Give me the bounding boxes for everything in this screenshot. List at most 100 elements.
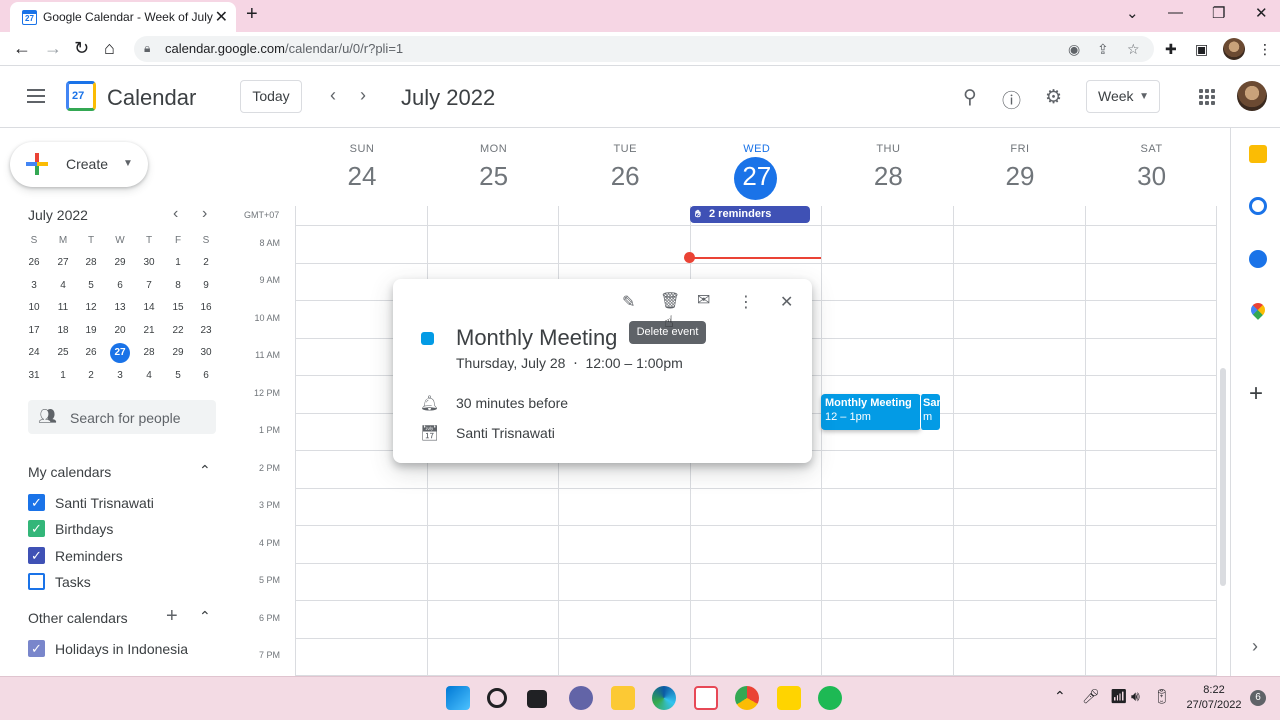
day-number[interactable]: 29	[954, 161, 1086, 192]
mini-day[interactable]: 3	[24, 276, 44, 296]
mini-day[interactable]: 23	[196, 321, 216, 341]
browser-profile-avatar[interactable]	[1223, 38, 1245, 60]
app-title[interactable]: Calendar	[107, 85, 196, 111]
account-avatar[interactable]	[1237, 81, 1267, 111]
wifi-icon[interactable]: 📶︎	[1110, 688, 1128, 705]
browser-tab[interactable]: 27 Google Calendar - Week of July 2 ✕	[10, 2, 236, 32]
day-number[interactable]: 27	[691, 161, 823, 192]
calendar-checkbox[interactable]	[28, 572, 45, 590]
collapse-chevron-up-icon[interactable]: ⌃	[199, 608, 211, 625]
my-calendars-header[interactable]: My calendars	[28, 464, 111, 480]
mini-day[interactable]: 14	[139, 298, 159, 318]
expand-panel-chevron-icon[interactable]: ›	[1252, 636, 1258, 657]
previous-week-icon[interactable]: ‹	[330, 85, 336, 106]
mini-day[interactable]: 6	[110, 276, 130, 296]
mini-day[interactable]: 19	[81, 321, 101, 341]
mini-day[interactable]: 9	[196, 276, 216, 296]
tasks-icon[interactable]	[1249, 197, 1267, 215]
eye-icon[interactable]: ◉	[1068, 41, 1080, 58]
mini-day[interactable]: 17	[24, 321, 44, 341]
mini-day[interactable]: 5	[81, 276, 101, 296]
mini-day[interactable]: 30	[139, 253, 159, 273]
address-bar[interactable]: 🔒︎ calendar.google.com/calendar/u/0/r?pl…	[134, 36, 1154, 62]
mini-day[interactable]: 20	[110, 321, 130, 341]
google-apps-icon[interactable]	[1199, 89, 1215, 105]
close-popup-icon[interactable]: ✕	[780, 292, 793, 312]
mini-day[interactable]: 4	[139, 366, 159, 386]
battery-icon[interactable]: 🔋︎	[1153, 688, 1171, 705]
reload-icon[interactable]: ↻	[74, 38, 89, 59]
mini-day[interactable]: 24	[24, 343, 44, 363]
windows-start-icon[interactable]	[446, 686, 470, 710]
media-player-icon[interactable]	[777, 686, 801, 710]
create-button[interactable]: Create ▼	[10, 142, 148, 187]
mini-day[interactable]: 25	[53, 343, 73, 363]
day-number[interactable]: 26	[559, 161, 691, 192]
help-icon[interactable]: ⓘ	[1002, 86, 1021, 113]
lock-icon[interactable]: 🔒︎	[144, 41, 150, 56]
mini-day[interactable]: 11	[53, 298, 73, 318]
spotify-icon[interactable]	[818, 686, 842, 710]
email-envelope-icon[interactable]: ✉	[697, 290, 710, 310]
forward-icon[interactable]: →	[44, 38, 62, 59]
volume-icon[interactable]: 🔊︎	[1131, 688, 1140, 705]
calendar-checkbox[interactable]: ✓	[28, 640, 45, 657]
teams-chat-icon[interactable]	[569, 686, 593, 710]
mini-day[interactable]: 2	[81, 366, 101, 386]
search-people-input[interactable]: 👥︎ Search for people	[28, 400, 216, 434]
keep-icon[interactable]	[1249, 145, 1267, 163]
browser-menu-icon[interactable]: ⋮	[1258, 41, 1272, 58]
mini-day[interactable]: 18	[53, 321, 73, 341]
side-panel-icon[interactable]: ▣	[1195, 41, 1208, 58]
more-options-icon[interactable]: ⋮	[738, 292, 754, 312]
bookmark-star-icon[interactable]: ☆	[1127, 41, 1140, 58]
file-explorer-icon[interactable]	[611, 686, 635, 710]
mini-day[interactable]: 28	[81, 253, 101, 273]
notification-count-badge[interactable]: 6	[1250, 690, 1266, 706]
mini-day[interactable]: 6	[196, 366, 216, 386]
back-icon[interactable]: ←	[13, 38, 31, 59]
taskbar-clock[interactable]: 8:22 27/07/2022	[1180, 683, 1248, 713]
add-addon-icon[interactable]: +	[1249, 380, 1263, 408]
add-other-calendar-icon[interactable]: +	[166, 605, 178, 628]
mini-day[interactable]: 16	[196, 298, 216, 318]
mini-day[interactable]: 30	[196, 343, 216, 363]
snipping-tool-icon[interactable]	[694, 686, 718, 710]
extensions-icon[interactable]: ✚	[1165, 41, 1177, 58]
next-week-icon[interactable]: ›	[360, 85, 366, 106]
mini-prev-month-icon[interactable]: ‹	[173, 205, 178, 223]
search-icon[interactable]: ⚲	[963, 86, 977, 109]
taskbar-search-icon[interactable]	[487, 688, 507, 708]
home-icon[interactable]: ⌂	[104, 38, 115, 59]
day-number[interactable]: 28	[822, 161, 954, 192]
mini-day[interactable]: 2	[196, 253, 216, 273]
day-number[interactable]: 30	[1086, 161, 1218, 192]
mini-day[interactable]: 4	[53, 276, 73, 296]
collapse-chevron-up-icon[interactable]: ⌃	[199, 462, 211, 479]
mini-day[interactable]: 27	[53, 253, 73, 273]
mini-day[interactable]: 10	[24, 298, 44, 318]
mini-day[interactable]: 7	[139, 276, 159, 296]
mini-day[interactable]: 3	[110, 366, 130, 386]
mini-day[interactable]: 12	[81, 298, 101, 318]
mini-day[interactable]: 5	[168, 366, 188, 386]
edge-browser-icon[interactable]	[652, 686, 676, 710]
minimize-icon[interactable]: —	[1168, 4, 1183, 21]
new-tab-icon[interactable]: +	[246, 3, 258, 26]
mini-day[interactable]: 15	[168, 298, 188, 318]
day-number[interactable]: 25	[428, 161, 560, 192]
mini-day[interactable]: 28	[139, 343, 159, 363]
share-icon[interactable]: ⇪	[1097, 41, 1109, 58]
mini-day[interactable]: 29	[110, 253, 130, 273]
mini-day[interactable]: 22	[168, 321, 188, 341]
mini-day[interactable]: 8	[168, 276, 188, 296]
mini-day[interactable]: 13	[110, 298, 130, 318]
mini-next-month-icon[interactable]: ›	[202, 205, 207, 223]
tab-search-chevron-icon[interactable]: ⌄	[1126, 4, 1139, 22]
calendar-checkbox[interactable]: ✓	[28, 546, 45, 564]
chrome-browser-icon[interactable]	[735, 686, 759, 710]
today-button[interactable]: Today	[240, 80, 302, 113]
contacts-icon[interactable]	[1249, 250, 1267, 268]
mini-day[interactable]: 27	[110, 343, 130, 363]
settings-gear-icon[interactable]: ⚙	[1045, 86, 1062, 109]
